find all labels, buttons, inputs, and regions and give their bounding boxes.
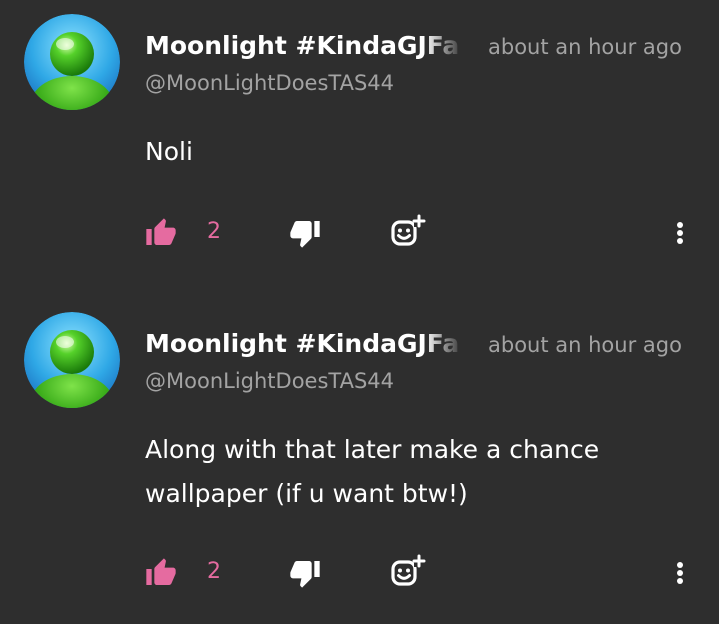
avatar[interactable] xyxy=(24,14,120,110)
green-orb-user-avatar-icon xyxy=(24,14,120,110)
add-reaction-button[interactable] xyxy=(388,553,426,591)
comment-body: Along with that later make a chance wall… xyxy=(145,435,600,508)
thumbs-up-icon xyxy=(146,558,176,585)
like-count: 2 xyxy=(207,219,221,244)
comment-feed: Moonlight #KindaGJFa about an hour ago @… xyxy=(0,0,719,624)
user-handle[interactable]: @MoonLightDoesTAS44 xyxy=(145,368,394,394)
like-count: 2 xyxy=(207,559,221,584)
green-orb-user-avatar-icon xyxy=(24,312,120,408)
dislike-button[interactable] xyxy=(289,557,321,589)
add-reaction-icon xyxy=(391,554,426,586)
dislike-button[interactable] xyxy=(289,217,321,249)
add-reaction-icon xyxy=(391,214,426,246)
more-options-button[interactable] xyxy=(668,217,692,249)
timestamp: about an hour ago xyxy=(488,35,682,59)
more-options-button[interactable] xyxy=(668,557,692,589)
comment-body: Noli xyxy=(145,137,193,166)
avatar[interactable] xyxy=(24,312,120,408)
like-button[interactable] xyxy=(145,557,177,589)
add-reaction-button[interactable] xyxy=(388,213,426,251)
thumbs-down-icon xyxy=(290,561,320,588)
display-name[interactable]: Moonlight #KindaGJFa xyxy=(145,328,465,360)
display-name[interactable]: Moonlight #KindaGJFa xyxy=(145,30,465,62)
user-handle[interactable]: @MoonLightDoesTAS44 xyxy=(145,70,394,96)
like-button[interactable] xyxy=(145,217,177,249)
comment-actions: 2 xyxy=(0,213,719,253)
more-vertical-icon xyxy=(677,562,683,584)
thumbs-up-icon xyxy=(146,218,176,245)
comment-actions: 2 xyxy=(0,553,719,593)
more-vertical-icon xyxy=(677,222,683,244)
thumbs-down-icon xyxy=(290,221,320,248)
timestamp: about an hour ago xyxy=(488,333,682,357)
